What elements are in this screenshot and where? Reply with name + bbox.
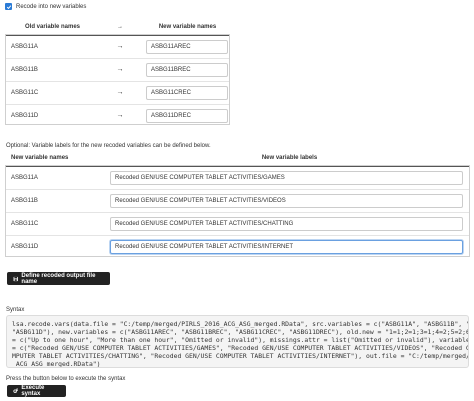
table-row: ASBG11B → ASBG11BREC [6,57,229,81]
save-icon [13,276,18,281]
label-variable-cell: ASBG11D [6,234,110,258]
label-variable-cell: ASBG11B [6,188,110,212]
right-arrow-icon: → [116,112,124,120]
old-names-header: Old variable names [6,19,94,36]
table-row: ASBG11D Recoded GEN/USE COMPUTER TABLET … [6,234,469,258]
recode-checkbox-row[interactable]: Recode into new variables [5,3,86,10]
table-row: ASBG11B Recoded GEN/USE COMPUTER TABLET … [6,188,469,212]
old-name-cell: ASBG11D [6,103,94,127]
table-row: ASBG11A Recoded GEN/USE COMPUTER TABLET … [6,166,469,189]
label-variable-cell: ASBG11C [6,211,110,235]
old-name-cell: ASBG11C [6,80,94,104]
variable-names-table: Old variable names → New variable names … [6,19,229,127]
optional-labels-text: Optional: Variable labels for the new re… [6,143,211,149]
variable-labels-table: New variable names New variable labels A… [6,150,469,258]
execute-syntax-button[interactable]: Execute syntax [7,385,66,397]
syntax-line: = c("Recoded GEN/USE COMPUTER TABLET ACT… [12,344,469,352]
label-variable-cell: ASBG11A [11,174,38,181]
table-row: ASBG11C → ASBG11CREC [6,80,229,104]
define-output-file-label: Define recoded output file name [21,272,96,285]
new-name-input[interactable]: ASBG11BREC [146,62,228,77]
new-name-input[interactable]: ASBG11AREC [146,39,228,54]
arrow-header: → [94,19,146,36]
right-arrow-icon: → [116,43,124,50]
execute-syntax-label: Execute syntax [21,385,45,397]
define-output-file-button[interactable]: Define recoded output file name [7,272,110,285]
labels-header: New variable labels [110,150,469,167]
syntax-line: lsa.recode.vars(data.file = "C:/temp/mer… [12,320,469,328]
new-names-header: New variable names [146,19,229,36]
new-name-input[interactable]: ASBG11DREC [146,108,228,123]
variable-label-input[interactable]: Recoded GEN/USE COMPUTER TABLET ACTIVITI… [110,239,463,254]
syntax-line: "ASBG11D"), new.variables = c("ASBG11ARE… [12,328,469,336]
old-name-cell: ASBG11A [11,43,38,50]
table-row: ASBG11A → ASBG11AREC [6,35,229,58]
old-name-cell: ASBG11B [6,57,94,81]
variable-label-input[interactable]: Recoded GEN/USE COMPUTER TABLET ACTIVITI… [110,193,463,208]
variable-label-input[interactable]: Recoded GEN/USE COMPUTER TABLET ACTIVITI… [110,170,463,185]
syntax-line: = c("Up to one hour", "More than one hou… [12,336,469,344]
syntax-box[interactable]: lsa.recode.vars(data.file = "C:/temp/mer… [6,315,469,368]
variable-label-input[interactable]: Recoded GEN/USE COMPUTER TABLET ACTIVITI… [110,216,463,231]
execute-syntax-text: Press the button below to execute the sy… [6,376,126,382]
table-row: ASBG11C Recoded GEN/USE COMPUTER TABLET … [6,211,469,235]
right-arrow-icon: → [116,89,124,96]
table-row: ASBG11D → ASBG11DREC [6,103,229,127]
new-name-input[interactable]: ASBG11CREC [146,85,228,100]
syntax-line: MPUTER TABLET ACTIVITIES/CHATTING", "Rec… [12,352,469,360]
right-arrow-icon: → [116,66,124,73]
recode-checkbox-label: Recode into new variables [16,3,87,10]
recode-checkbox[interactable] [5,3,12,10]
cogs-icon [13,388,19,394]
syntax-label: Syntax [6,307,25,313]
syntax-line: _ACG_ASG_merged.RData") [12,360,101,368]
label-names-header: New variable names [6,150,110,167]
check-icon [6,4,11,9]
